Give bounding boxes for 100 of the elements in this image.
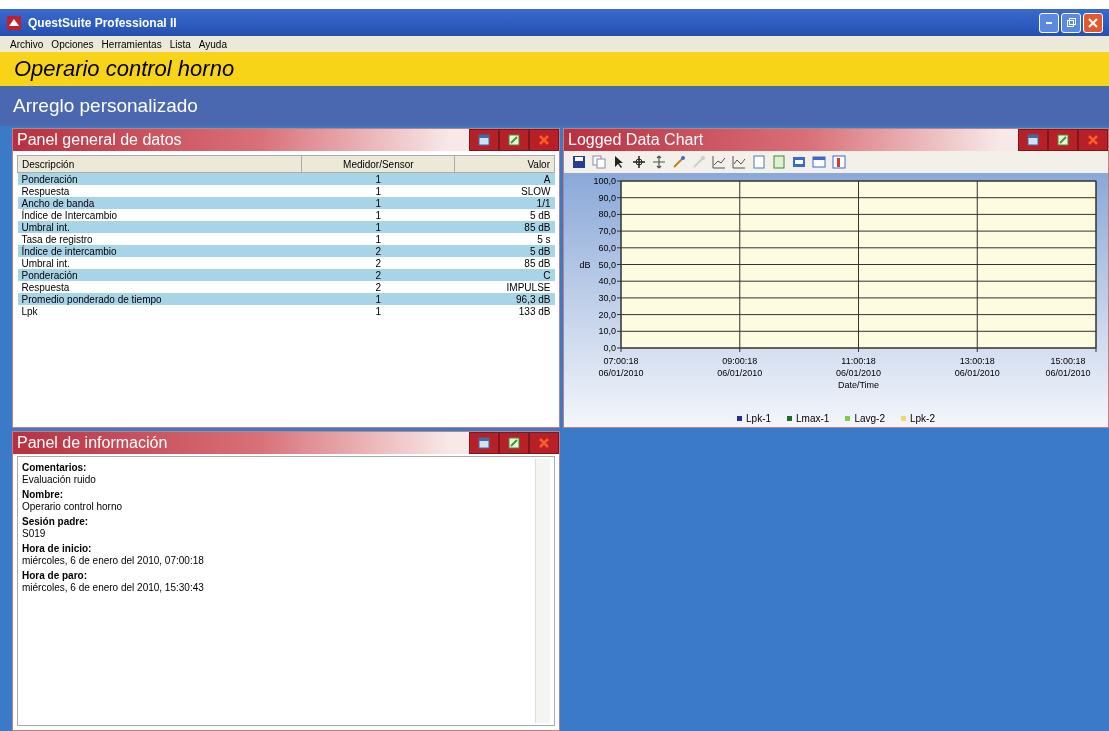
panel-title: Panel de información	[17, 434, 168, 452]
label-icon[interactable]	[792, 155, 806, 169]
table-cell: 1	[301, 209, 455, 221]
close-icon	[538, 437, 550, 449]
table-cell: Promedio ponderado de tiempo	[17, 293, 302, 305]
menu-item[interactable]: Opciones	[51, 38, 94, 50]
minimize-icon	[1046, 21, 1052, 24]
edit-icon	[508, 437, 520, 449]
window-title: QuestSuite Professional II	[28, 15, 177, 30]
axis-label: 0,0	[603, 343, 616, 353]
axis-title: Date/Time	[837, 380, 880, 390]
table-cell: Tasa de registro	[17, 233, 302, 245]
close-icon	[1087, 134, 1099, 146]
field-value: Evaluación ruido	[22, 474, 97, 485]
edit-button[interactable]	[1049, 130, 1077, 150]
field-label: Comentarios:	[22, 462, 88, 473]
table-cell: 1	[301, 197, 455, 209]
table-cell: SLOW	[454, 185, 555, 197]
legend-item: Lavg-2	[845, 413, 885, 424]
field-value: S019	[22, 528, 47, 539]
axis-label: 90,0	[598, 192, 616, 203]
table-cell: 85 dB	[454, 257, 555, 269]
panel-title: Panel general de datos	[17, 131, 182, 149]
field-label: Sesión padre:	[22, 516, 90, 527]
restore-button[interactable]	[470, 433, 498, 453]
table-cell: 2	[301, 281, 455, 293]
axis-title: dB	[579, 259, 591, 270]
save-icon[interactable]	[572, 155, 586, 169]
menu-item[interactable]: Ayuda	[198, 38, 227, 50]
table-cell: 2	[301, 269, 455, 281]
restore-button[interactable]	[1061, 12, 1081, 33]
axis-label: 20,0	[598, 309, 616, 320]
axis-label: 60,0	[598, 242, 616, 253]
menu-item[interactable]: Lista	[169, 38, 191, 50]
table-cell: 5 dB	[454, 245, 555, 257]
table-cell: 96,3 dB	[454, 293, 555, 305]
table-cell: Índice de intercambio	[17, 245, 302, 257]
session-title: Operario control horno	[14, 56, 235, 82]
wand-icon[interactable]	[672, 155, 686, 169]
table-cell: 5 s	[454, 233, 555, 245]
close-icon	[538, 134, 550, 146]
window-icon	[1027, 134, 1039, 146]
column-header[interactable]: Medidor/Sensor	[301, 155, 455, 173]
close-button[interactable]	[1083, 12, 1103, 33]
close-icon	[1088, 17, 1098, 28]
edit-button[interactable]	[500, 130, 528, 150]
legend-item: Lmax-1	[787, 413, 830, 424]
field-value: Operario control horno	[22, 501, 124, 512]
line-chart-icon[interactable]	[712, 155, 726, 169]
layout-title: Arreglo personalizado	[13, 95, 198, 117]
edit-button[interactable]	[500, 433, 528, 453]
window-icon[interactable]	[812, 155, 826, 169]
table-cell: 133 dB	[454, 305, 555, 317]
field-label: Nombre:	[22, 489, 65, 500]
table-cell: 85 dB	[454, 221, 555, 233]
table-cell: Respuesta	[17, 185, 302, 197]
line-chart-icon[interactable]	[732, 155, 746, 169]
field-label: Hora de paro:	[22, 570, 88, 581]
axis-label: 11:00:18 06/01/2010	[836, 356, 881, 378]
axis-label: 80,0	[598, 209, 616, 220]
table-cell: 5 dB	[454, 209, 555, 221]
table-cell: 1	[301, 293, 455, 305]
table-cell: Ponderación	[17, 269, 302, 281]
menu-item[interactable]: Archivo	[10, 38, 44, 50]
axis-label: 15:00:18 06/01/2010	[1045, 356, 1091, 378]
axis-label: 09:00:18 06/01/2010	[717, 356, 763, 378]
table-cell: Respuesta	[17, 281, 302, 293]
axis-label: 100,0	[593, 176, 616, 186]
table-cell: 2	[301, 245, 455, 257]
app-icon	[6, 14, 22, 31]
edit-icon	[508, 134, 520, 146]
field-value: miércoles, 6 de enero del 2010, 15:30:43	[22, 582, 205, 593]
panel-title: Logged Data Chart	[568, 131, 704, 149]
crosshair-icon[interactable]	[632, 155, 646, 169]
table-cell: Índice de Intercambio	[17, 209, 302, 221]
columns-icon[interactable]	[832, 155, 846, 169]
table-cell: 1	[301, 185, 455, 197]
restore-button[interactable]	[470, 130, 498, 150]
restore-icon	[1066, 18, 1076, 27]
legend-item: Lpk-2	[900, 413, 935, 424]
table-cell: 1	[301, 233, 455, 245]
column-header[interactable]: Descripción	[17, 155, 302, 173]
menu-item[interactable]: Herramientas	[101, 38, 162, 50]
restore-button[interactable]	[1019, 130, 1047, 150]
table-cell: C	[454, 269, 555, 281]
table-cell: IMPULSE	[454, 281, 555, 293]
table-cell: Ancho de banda	[17, 197, 302, 209]
legend-item: Lpk-1	[737, 413, 772, 424]
scrollbar[interactable]	[535, 459, 550, 723]
axis-label: 50,0	[598, 259, 616, 270]
table-cell: Umbral int.	[17, 257, 302, 269]
field-value: miércoles, 6 de enero del 2010, 07:00:18	[22, 555, 205, 566]
window-icon	[478, 437, 490, 449]
axis-label: 70,0	[598, 226, 616, 237]
window-icon	[478, 134, 490, 146]
table-cell: 1	[301, 221, 455, 233]
move-icon[interactable]	[652, 155, 666, 169]
minimize-button[interactable]	[1039, 12, 1059, 33]
column-header[interactable]: Valor	[454, 155, 555, 173]
axis-label: 13:00:18 06/01/2010	[954, 356, 1000, 378]
